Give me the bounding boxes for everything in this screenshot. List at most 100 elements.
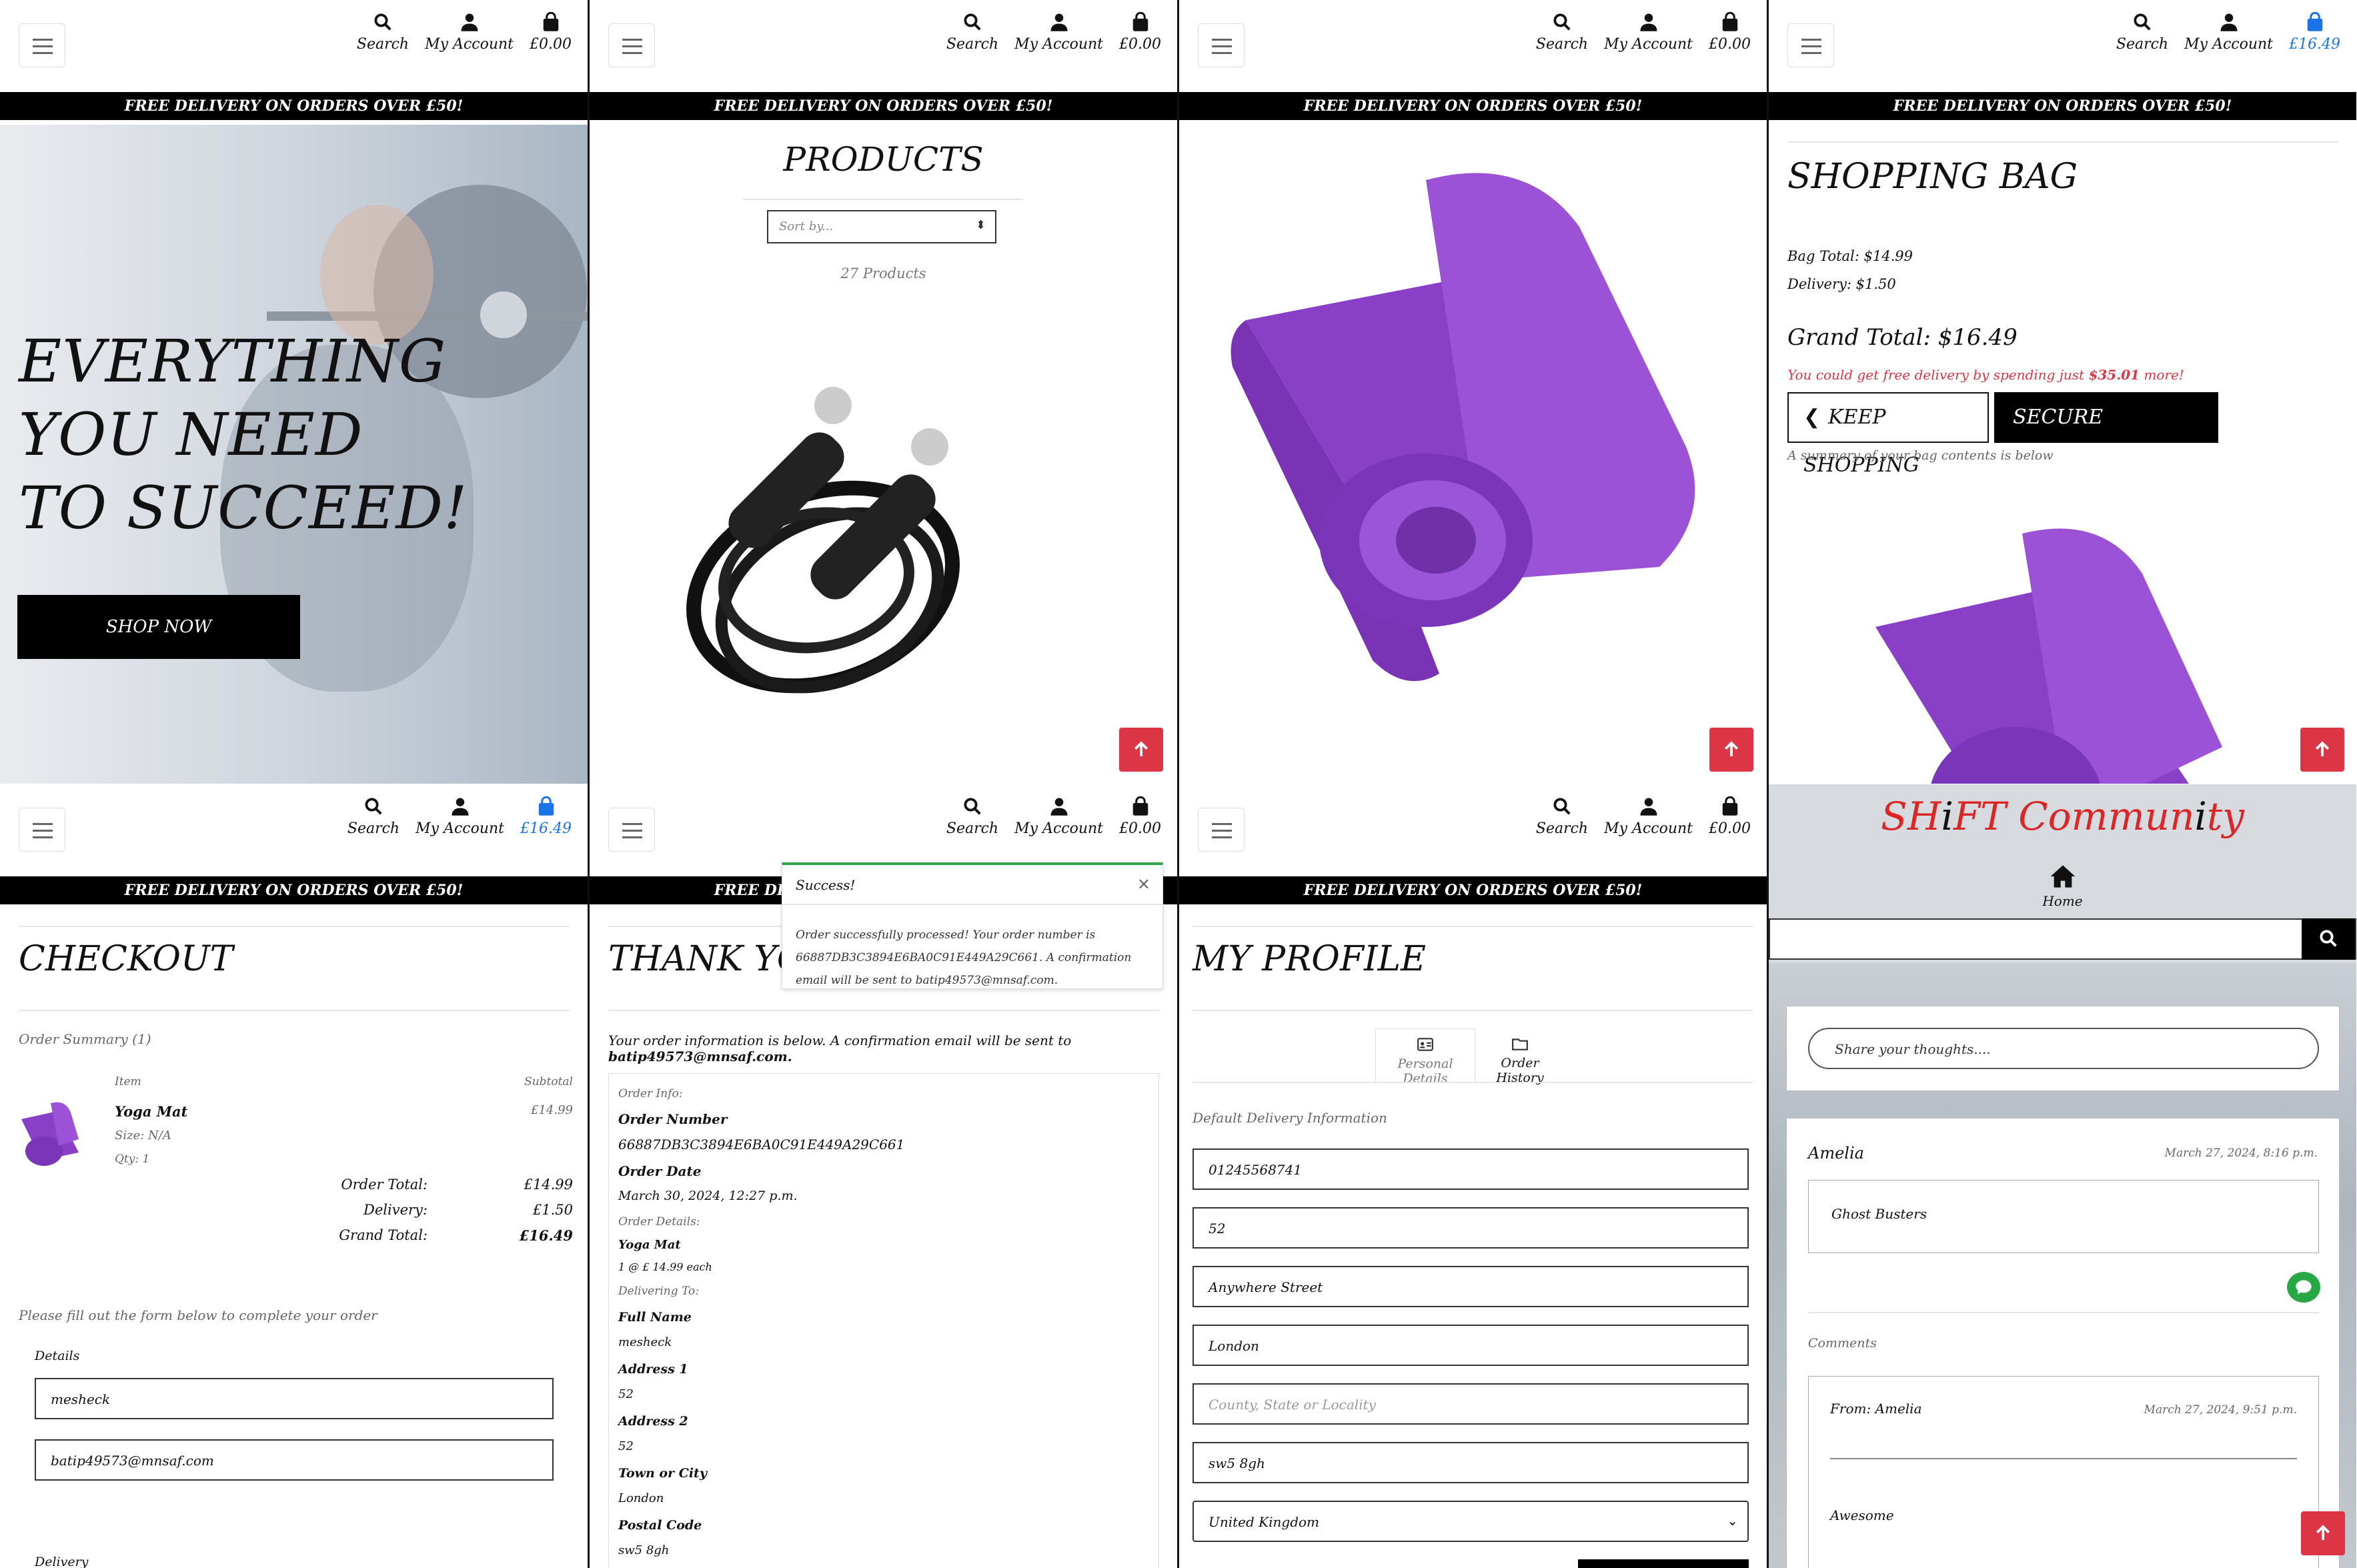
user-icon bbox=[1640, 13, 1657, 31]
bag-link[interactable]: £16.49 bbox=[2289, 12, 2340, 53]
phone-field[interactable]: 01245568741 bbox=[1193, 1148, 1749, 1190]
hero-heading: EVERYTHING YOU NEED TO SUCCEED! bbox=[19, 327, 468, 542]
shop-now-button[interactable]: SHOP NOW bbox=[17, 595, 300, 659]
comments-heading: Comments bbox=[1808, 1336, 1877, 1351]
bag-link[interactable]: £0.00 bbox=[530, 12, 572, 53]
bag-total: £0.00 bbox=[1709, 36, 1751, 53]
menu-toggle-button[interactable] bbox=[1787, 23, 1834, 67]
town-label: Town or City bbox=[618, 1466, 707, 1481]
country-select[interactable]: United Kingdom ⌄ bbox=[1193, 1501, 1749, 1542]
arrow-up-icon bbox=[1724, 741, 1739, 756]
menu-toggle-button[interactable] bbox=[1198, 808, 1245, 852]
search-link[interactable]: Search bbox=[357, 12, 409, 53]
search-link[interactable]: Search bbox=[2116, 12, 2168, 53]
community-panel: SHiFT Community Home Share your thoughts… bbox=[1769, 784, 2356, 1568]
back-to-top-button[interactable] bbox=[2301, 1511, 2345, 1555]
bag-link[interactable]: £16.49 bbox=[520, 796, 572, 837]
account-link[interactable]: My Account bbox=[416, 796, 504, 837]
full-name-value: mesheck bbox=[618, 1335, 672, 1349]
community-search-input[interactable] bbox=[1769, 918, 2356, 960]
tab-personal-details[interactable]: Personal Details bbox=[1375, 1028, 1475, 1086]
order-intro: Your order information is below. A confi… bbox=[608, 1032, 1072, 1064]
bag-link[interactable]: £0.00 bbox=[1709, 796, 1751, 837]
search-icon bbox=[964, 13, 981, 31]
search-label: Search bbox=[1535, 36, 1589, 53]
address2-label: Address 2 bbox=[618, 1414, 688, 1429]
address1-value: 52 bbox=[618, 1387, 634, 1401]
user-icon bbox=[461, 13, 478, 31]
search-button[interactable] bbox=[2302, 918, 2355, 960]
shopping-bag-icon bbox=[1132, 12, 1148, 31]
post-author: Amelia bbox=[1808, 1144, 1864, 1162]
update-info-button[interactable] bbox=[1578, 1559, 1749, 1568]
town-field[interactable]: London bbox=[1193, 1325, 1749, 1366]
close-icon[interactable]: × bbox=[1137, 874, 1150, 893]
shopping-bag-icon bbox=[2307, 12, 2322, 31]
search-icon bbox=[2320, 930, 2337, 947]
bag-panel: Search My Account £16.49 FREE DELIVERY O… bbox=[1769, 0, 2356, 784]
keep-shopping-button[interactable]: ❮ KEEP SHOPPING bbox=[1787, 392, 1989, 477]
account-link[interactable]: My Account bbox=[1014, 12, 1103, 53]
search-icon bbox=[374, 13, 391, 31]
full-name-label: Full Name bbox=[618, 1310, 692, 1325]
search-link[interactable]: Search bbox=[946, 796, 998, 837]
account-label: My Account bbox=[1604, 36, 1693, 53]
user-icon bbox=[1640, 798, 1657, 816]
account-link[interactable]: My Account bbox=[425, 12, 514, 53]
address1-label: Address 1 bbox=[618, 1362, 688, 1377]
site-header: Search My Account £0.00 bbox=[0, 0, 588, 92]
county-field[interactable]: County, State or Locality bbox=[1193, 1383, 1749, 1425]
back-to-top-button[interactable] bbox=[2300, 728, 2344, 772]
full-name-field[interactable]: mesheck bbox=[35, 1378, 554, 1419]
account-link[interactable]: My Account bbox=[1604, 12, 1693, 53]
search-link[interactable]: Search bbox=[1536, 796, 1588, 837]
home-link[interactable]: Home bbox=[1769, 863, 2356, 909]
menu-toggle-button[interactable] bbox=[608, 808, 655, 852]
menu-toggle-button[interactable] bbox=[19, 23, 65, 67]
search-link[interactable]: Search bbox=[1536, 12, 1588, 53]
bag-item-image bbox=[1875, 528, 2222, 784]
bag-link[interactable]: £0.00 bbox=[1709, 12, 1751, 53]
search-link[interactable]: Search bbox=[946, 12, 998, 53]
bag-link[interactable]: £0.00 bbox=[1119, 12, 1161, 53]
secure-checkout-button[interactable]: SECURE CHECKOUT bbox=[1994, 392, 2218, 480]
order-date: March 30, 2024, 12:27 p.m. bbox=[618, 1189, 798, 1203]
postcode-field[interactable]: sw5 8gh bbox=[1193, 1442, 1749, 1483]
street1-field[interactable]: 52 bbox=[1193, 1207, 1749, 1249]
site-header: Search My Account £16.49 bbox=[0, 784, 588, 876]
user-icon bbox=[452, 798, 469, 816]
bag-link[interactable]: £0.00 bbox=[1119, 796, 1161, 837]
menu-toggle-button[interactable] bbox=[19, 808, 65, 852]
bag-total: £0.00 bbox=[1119, 820, 1161, 837]
shopping-bag-icon bbox=[1132, 796, 1148, 816]
item-column-header: Item bbox=[115, 1075, 141, 1088]
menu-toggle-button[interactable] bbox=[1198, 23, 1245, 67]
delivery-banner: FREE DELIVERY ON ORDERS OVER £50! bbox=[1769, 92, 2356, 120]
grand-total-label: Grand Total: bbox=[339, 1227, 428, 1243]
search-link[interactable]: Search bbox=[347, 796, 400, 837]
home-icon bbox=[2050, 865, 2075, 888]
product-image-jump-rope[interactable] bbox=[663, 360, 1036, 734]
comment-button[interactable] bbox=[2287, 1272, 2320, 1303]
post-card: Amelia March 27, 2024, 8:16 p.m. Ghost B… bbox=[1786, 1118, 2340, 1568]
street2-field[interactable]: Anywhere Street bbox=[1193, 1266, 1749, 1307]
search-label: Search bbox=[2116, 36, 2169, 53]
product-detail-panel: Search My Account £0.00 FREE DELIVERY ON… bbox=[1179, 0, 1767, 784]
share-thoughts-input[interactable]: Share your thoughts.... bbox=[1808, 1028, 2319, 1069]
account-link[interactable]: My Account bbox=[1604, 796, 1693, 837]
menu-toggle-button[interactable] bbox=[608, 23, 655, 67]
back-to-top-button[interactable] bbox=[1119, 728, 1163, 772]
sort-select[interactable]: Sort by... ⬍ bbox=[767, 210, 996, 243]
order-item-image bbox=[21, 1102, 79, 1166]
tab-order-history[interactable]: Order History bbox=[1477, 1028, 1563, 1085]
email-field[interactable]: batip49573@mnsaf.com bbox=[35, 1439, 554, 1481]
form-instructions: Please fill out the form below to comple… bbox=[19, 1307, 377, 1323]
account-link[interactable]: My Account bbox=[2184, 12, 2273, 53]
order-item-name: Yoga Mat bbox=[115, 1103, 188, 1120]
order-number-label: Order Number bbox=[618, 1111, 728, 1127]
back-to-top-button[interactable] bbox=[1709, 728, 1753, 772]
home-panel: Search My Account £0.00 FREE DELIVERY ON… bbox=[0, 0, 588, 784]
search-label: Search bbox=[946, 820, 999, 837]
account-link[interactable]: My Account bbox=[1014, 796, 1103, 837]
id-card-icon bbox=[1417, 1038, 1433, 1051]
